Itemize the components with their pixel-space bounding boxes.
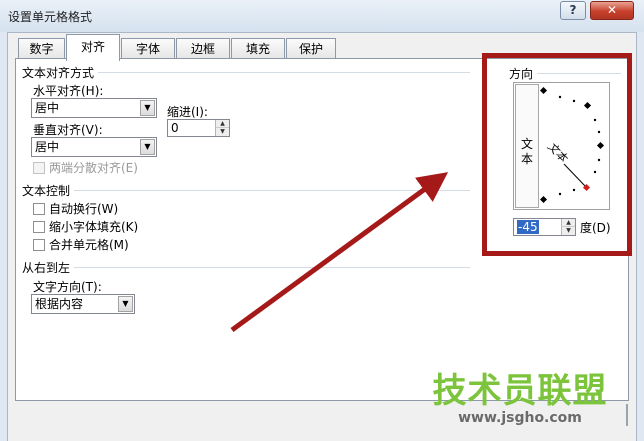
text-direction-select[interactable]: 根据内容 ▼ xyxy=(31,294,135,314)
degrees-stepper[interactable]: -45 ▲ ▼ xyxy=(513,218,576,236)
degrees-value: -45 xyxy=(517,220,539,234)
merge-cells-checkbox[interactable]: 合并单元格(M) xyxy=(33,238,129,252)
chevron-down-icon[interactable]: ▼ xyxy=(118,296,133,312)
text-direction-label: 文字方向(T): xyxy=(33,280,102,294)
rtl-heading: 从右到左 xyxy=(22,259,75,276)
section-divider xyxy=(22,190,470,191)
chevron-down-icon[interactable]: ▼ xyxy=(140,100,155,116)
vertical-text-button[interactable]: 文 本 xyxy=(515,84,539,208)
horizontal-align-value: 居中 xyxy=(35,101,60,115)
indent-value: 0 xyxy=(171,121,179,135)
vertical-align-label: 垂直对齐(V): xyxy=(33,123,103,137)
text-control-heading: 文本控制 xyxy=(22,182,75,199)
shrink-to-fit-label: 缩小字体填充(K) xyxy=(49,220,139,234)
vertical-align-value: 居中 xyxy=(35,140,60,154)
vertical-text-char: 本 xyxy=(521,152,534,166)
checkbox-box xyxy=(33,162,45,174)
watermark-url: www.jsgho.com xyxy=(458,410,582,426)
merge-cells-label: 合并单元格(M) xyxy=(49,238,129,252)
indent-label: 缩进(I): xyxy=(167,105,208,119)
degrees-unit-label: 度(D) xyxy=(580,221,611,235)
spin-up-icon[interactable]: ▲ xyxy=(215,120,229,128)
chevron-down-icon[interactable]: ▼ xyxy=(140,139,155,155)
orientation-dial[interactable]: 文本 xyxy=(540,84,610,208)
text-direction-value: 根据内容 xyxy=(35,297,84,311)
resize-grip[interactable] xyxy=(622,404,628,426)
orientation-heading: 方向 xyxy=(509,65,538,82)
wrap-text-label: 自动换行(W) xyxy=(49,202,119,216)
watermark: 技术员联盟 www.jsgho.com xyxy=(420,372,620,426)
distributed-label: 两端分散对齐(E) xyxy=(49,161,138,175)
horizontal-align-label: 水平对齐(H): xyxy=(33,84,104,98)
spin-up-icon[interactable]: ▲ xyxy=(561,219,575,227)
section-divider xyxy=(22,267,470,268)
checkbox-box xyxy=(33,203,45,215)
distributed-checkbox[interactable]: 两端分散对齐(E) xyxy=(33,161,138,175)
checkbox-box xyxy=(33,221,45,233)
wrap-text-checkbox[interactable]: 自动换行(W) xyxy=(33,202,118,216)
spin-down-icon[interactable]: ▼ xyxy=(561,227,575,235)
shrink-to-fit-checkbox[interactable]: 缩小字体填充(K) xyxy=(33,220,138,234)
checkbox-box xyxy=(33,239,45,251)
horizontal-align-select[interactable]: 居中 ▼ xyxy=(31,98,157,118)
text-alignment-heading: 文本对齐方式 xyxy=(22,64,99,81)
spin-down-icon[interactable]: ▼ xyxy=(215,128,229,136)
indent-stepper[interactable]: 0 ▲ ▼ xyxy=(167,119,230,137)
dial-pointer-line xyxy=(563,163,587,188)
watermark-logo: 技术员联盟 xyxy=(432,371,608,411)
dial-text: 文本 xyxy=(545,140,571,166)
vertical-align-select[interactable]: 居中 ▼ xyxy=(31,137,157,157)
